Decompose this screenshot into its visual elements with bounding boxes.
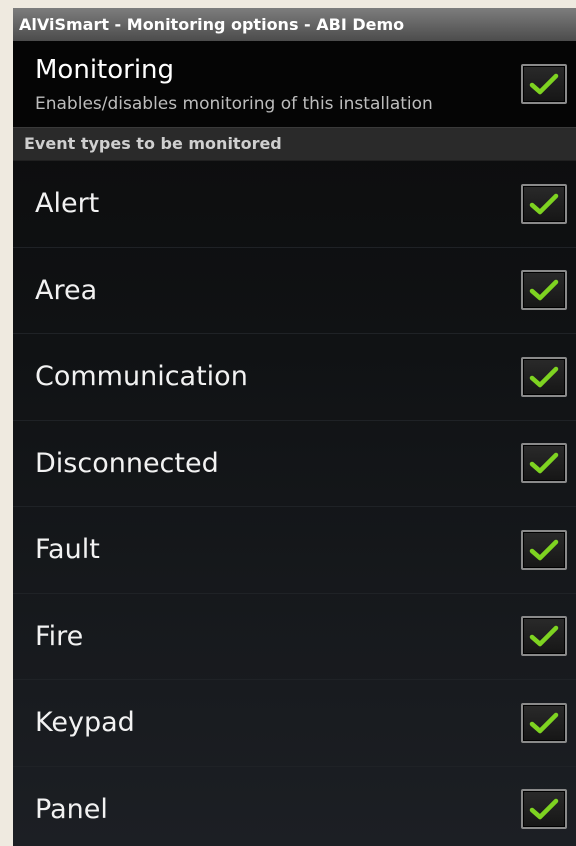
event-type-label: Fault [35, 534, 100, 566]
checkmark-icon [529, 626, 559, 647]
event-type-checkbox[interactable] [521, 443, 567, 484]
monitoring-preference[interactable]: Monitoring Enables/disables monitoring o… [13, 41, 576, 127]
event-type-checkbox[interactable] [521, 702, 567, 743]
event-type-label: Area [35, 274, 98, 306]
event-type-checkbox[interactable] [521, 270, 567, 311]
event-type-checkbox[interactable] [521, 616, 567, 657]
monitoring-checkbox[interactable] [521, 64, 567, 104]
event-type-label: Disconnected [35, 447, 219, 479]
event-type-checkbox[interactable] [521, 789, 567, 830]
event-type-disconnected[interactable]: Disconnected [13, 421, 576, 507]
event-type-fault[interactable]: Fault [13, 507, 576, 594]
event-type-communication[interactable]: Communication [13, 334, 576, 421]
checkmark-icon [529, 539, 559, 560]
app-screen: AlViSmart - Monitoring options - ABI Dem… [13, 8, 576, 846]
checkmark-icon [529, 280, 559, 301]
event-type-checkbox[interactable] [521, 529, 567, 570]
event-type-checkbox[interactable] [521, 356, 567, 397]
event-type-alert[interactable]: Alert [13, 161, 576, 248]
event-type-list: Alert Area Communication Disconnected Fa… [13, 161, 576, 846]
event-type-label: Alert [35, 188, 100, 220]
event-type-label: Communication [35, 361, 248, 393]
checkmark-icon [529, 453, 559, 474]
window-title: AlViSmart - Monitoring options - ABI Dem… [13, 8, 576, 41]
checkmark-icon [529, 193, 559, 214]
monitoring-summary: Enables/disables monitoring of this inst… [35, 94, 433, 114]
checkmark-icon [529, 712, 559, 733]
checkmark-icon [529, 366, 559, 387]
event-type-label: Fire [35, 620, 84, 652]
monitoring-title: Monitoring [35, 55, 175, 85]
checkmark-icon [529, 799, 559, 820]
event-type-panel[interactable]: Panel [13, 767, 576, 846]
event-type-label: Keypad [35, 707, 135, 739]
section-header-event-types: Event types to be monitored [13, 127, 576, 161]
event-type-keypad[interactable]: Keypad [13, 680, 576, 767]
event-type-area[interactable]: Area [13, 248, 576, 334]
event-type-checkbox[interactable] [521, 183, 567, 224]
event-type-label: Panel [35, 793, 108, 825]
checkmark-icon [529, 73, 559, 95]
event-type-fire[interactable]: Fire [13, 594, 576, 680]
